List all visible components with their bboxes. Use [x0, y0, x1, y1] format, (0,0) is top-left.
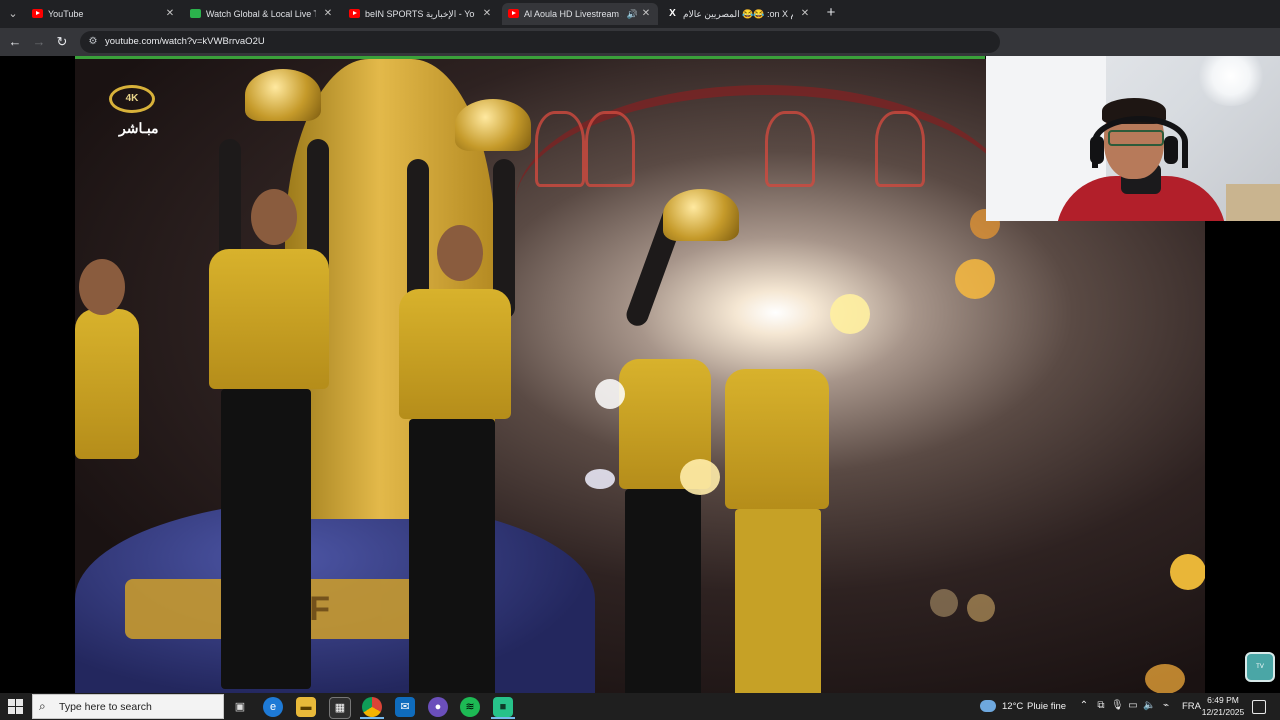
live-label: مبـاشر [119, 120, 159, 136]
close-icon[interactable]: ✕ [164, 3, 176, 25]
network-icon[interactable]: ⌁ [1160, 700, 1172, 712]
decorative-pattern [535, 111, 585, 187]
channel-4k-logo: 4K [109, 85, 155, 113]
battery-icon[interactable]: ▭ [1127, 700, 1139, 712]
tv-icon [190, 9, 201, 18]
active-app-indicator [360, 717, 384, 719]
clock-date: 12/21/2025 [1201, 707, 1245, 717]
search-icon: ⌕ [39, 699, 46, 713]
webcam-overlay [986, 56, 1280, 221]
speaker-icon[interactable]: 🔊 [627, 3, 638, 25]
tab-bein-sports[interactable]: beIN SPORTS الإخبارية - YouTub ✕ [343, 3, 499, 25]
tab-youtube[interactable]: YouTube ✕ [26, 3, 182, 25]
close-icon[interactable]: ✕ [481, 3, 493, 25]
tab-title: Al Aoula HD Livestream 24/ [524, 9, 622, 19]
tab-title: المصريين عالام 😂😂 :on X أكرم [683, 9, 793, 19]
tab-title: YouTube [48, 9, 84, 19]
light-flare [830, 294, 870, 334]
player-figure [75, 199, 145, 693]
spotify-icon[interactable]: ≋ [460, 697, 480, 717]
close-icon[interactable]: ✕ [799, 3, 811, 25]
clock-time: 6:49 PM [1207, 695, 1239, 705]
player-figure [195, 99, 345, 693]
chevron-up-icon[interactable]: ⌃ [1078, 700, 1090, 712]
light-flare [930, 589, 958, 617]
player-figure [715, 279, 845, 693]
page-progress-bar [75, 56, 985, 59]
reload-icon[interactable]: ↻ [53, 33, 71, 51]
decorative-pattern [765, 111, 815, 187]
microphone-icon[interactable]: 🎙 [1111, 700, 1124, 712]
mail-icon[interactable]: ✉ [395, 697, 415, 717]
tab-watch-tv[interactable]: Watch Global & Local Live TV O ✕ [184, 3, 340, 25]
tab-strip: ⌄ YouTube ✕ Watch Global & Local Live TV… [0, 0, 1280, 28]
streamer-figure [1046, 96, 1226, 221]
address-bar[interactable]: ⚙ youtube.com/watch?v=kVWBrrvaO2U [80, 31, 1000, 53]
glasses-icon [1108, 130, 1164, 146]
light-flare [1145, 664, 1185, 693]
url-text[interactable]: youtube.com/watch?v=kVWBrrvaO2U [105, 31, 265, 53]
light-flare [680, 459, 720, 495]
decorative-pattern [585, 111, 635, 187]
site-info-icon[interactable]: ⚙ [86, 34, 100, 50]
player-figure [395, 139, 525, 693]
close-icon[interactable]: ✕ [322, 3, 334, 25]
screen-recorder-icon[interactable]: ■ [493, 697, 513, 717]
clock[interactable]: 6:49 PM 12/21/2025 [1197, 694, 1249, 718]
tab-search-button[interactable]: ⌄ [4, 5, 22, 23]
task-view-icon[interactable]: ▣ [230, 697, 250, 717]
active-app-indicator [491, 717, 515, 719]
new-tab-button[interactable]: + [822, 4, 840, 22]
notification-icon[interactable] [1252, 700, 1266, 714]
back-arrow-icon[interactable]: ← [6, 33, 24, 51]
search-placeholder: Type here to search [59, 701, 152, 713]
tab-al-aoula[interactable]: Al Aoula HD Livestream 24/ 🔊 ✕ [502, 3, 658, 25]
light-flare [967, 594, 995, 622]
light-flare [955, 259, 995, 299]
tab-title: beIN SPORTS الإخبارية - YouTub [365, 9, 475, 19]
trophy-cup [455, 99, 531, 151]
trophy-cup [663, 189, 739, 241]
weather-temp[interactable]: 12°C [1002, 693, 1023, 720]
tab-title: Watch Global & Local Live TV O [206, 9, 316, 19]
close-icon[interactable]: ✕ [640, 3, 652, 25]
weather-desc[interactable]: Pluie fine [1027, 693, 1066, 720]
windows-taskbar: ⌕ Type here to search ▣ e ▬ ▦ ✉ ● ≋ ■ 12… [0, 693, 1280, 720]
youtube-icon [349, 9, 360, 18]
navigation-toolbar: ← → ↻ ⚙ youtube.com/watch?v=kVWBrrvaO2U [0, 28, 1280, 56]
video-player[interactable]: E D'AF [0, 56, 1280, 693]
tab-x-post[interactable]: X المصريين عالام 😂😂 :on X أكرم ✕ [661, 3, 817, 25]
windows-start-icon[interactable] [8, 699, 24, 715]
microsoft-store-icon[interactable]: ▦ [329, 697, 351, 719]
youtube-icon [508, 9, 519, 18]
light-flare [595, 379, 625, 409]
discord-like-app-icon[interactable]: ● [428, 697, 448, 717]
volume-icon[interactable]: 🔈 [1143, 700, 1155, 712]
shelf [1226, 184, 1280, 221]
youtube-icon [32, 9, 43, 18]
tray-app-icon[interactable]: ⧉ [1095, 700, 1107, 712]
channel-watermark-icon: TV [1245, 652, 1275, 682]
trophy-cup [245, 69, 321, 121]
decorative-pattern [875, 111, 925, 187]
chrome-icon[interactable] [362, 697, 382, 717]
light-flare [1170, 554, 1205, 590]
forward-arrow-icon[interactable]: → [30, 33, 48, 51]
x-icon: X [669, 8, 676, 19]
cloud-rain-icon[interactable] [980, 700, 996, 712]
taskbar-search-input[interactable]: ⌕ Type here to search [32, 694, 224, 719]
light-flare [585, 469, 615, 489]
file-explorer-icon[interactable]: ▬ [296, 697, 316, 717]
edge-icon[interactable]: e [263, 697, 283, 717]
